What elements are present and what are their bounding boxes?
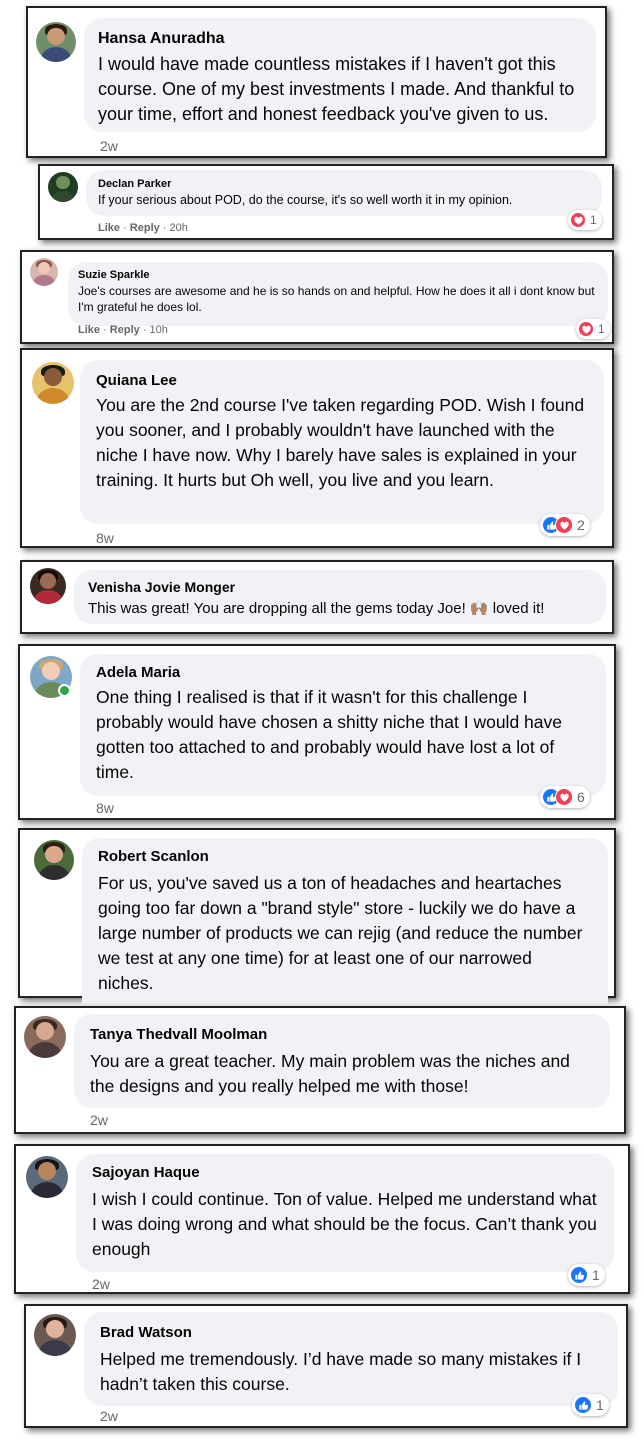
heart-icon: [570, 212, 586, 228]
comment-bubble: Robert Scanlon For us, you've saved us a…: [82, 838, 608, 1004]
comment-actions: Like · Reply · 20h: [98, 222, 188, 234]
comment-bubble: Brad Watson Helped me tremendously. I’d …: [84, 1312, 618, 1406]
commenter-name[interactable]: Tanya Thedvall Moolman: [90, 1026, 594, 1043]
avatar[interactable]: [26, 1156, 68, 1198]
comment-timestamp[interactable]: 20h: [170, 222, 188, 234]
heart-icon: [578, 321, 594, 337]
comment-timestamp[interactable]: 2w: [100, 138, 118, 154]
online-status-dot: [58, 684, 71, 697]
comment-card: Quiana Lee You are the 2nd course I've t…: [20, 348, 614, 548]
reaction-summary[interactable]: 1: [568, 210, 602, 230]
reply-link[interactable]: Reply: [110, 324, 140, 336]
comment-bubble: Suzie Sparkle Joe's courses are awesome …: [68, 262, 608, 326]
reaction-summary[interactable]: 1: [568, 1264, 605, 1286]
commenter-name[interactable]: Quiana Lee: [96, 372, 588, 389]
reaction-count: 1: [596, 1397, 604, 1413]
avatar[interactable]: [48, 172, 78, 202]
comment-text: This was great! You are dropping all the…: [88, 600, 545, 617]
like-link[interactable]: Like: [98, 222, 120, 234]
commenter-name[interactable]: Robert Scanlon: [98, 848, 592, 865]
comment-timestamp[interactable]: 8w: [96, 800, 114, 816]
comment-text: You are the 2nd course I've taken regard…: [96, 395, 585, 490]
comment-actions: Like · Reply · 10h: [78, 324, 168, 336]
like-link[interactable]: Like: [78, 324, 100, 336]
heart-icon: [555, 788, 573, 806]
reaction-count: 6: [577, 789, 585, 805]
reaction-summary[interactable]: 1: [576, 319, 610, 339]
like-icon: [574, 1396, 592, 1414]
reply-link[interactable]: Reply: [130, 222, 160, 234]
commenter-name[interactable]: Hansa Anuradha: [98, 30, 582, 48]
commenter-name[interactable]: Suzie Sparkle: [78, 269, 598, 281]
reaction-summary[interactable]: 6: [540, 786, 590, 808]
comment-text: Helped me tremendously. I’d have made so…: [100, 1349, 582, 1394]
avatar[interactable]: [30, 258, 58, 286]
comment-text: I would have made countless mistakes if …: [98, 54, 575, 124]
commenter-name[interactable]: Sajoyan Haque: [92, 1164, 598, 1181]
comment-card: Robert Scanlon For us, you've saved us a…: [18, 828, 616, 1004]
reaction-count: 1: [592, 1267, 600, 1283]
comment-bubble: Declan Parker If your serious about POD,…: [86, 170, 602, 216]
avatar[interactable]: [34, 840, 74, 880]
comment-text: I wish I could continue. Ton of value. H…: [92, 1189, 597, 1259]
comment-bubble: Sajoyan Haque I wish I could continue. T…: [76, 1154, 614, 1272]
comment-timestamp[interactable]: 2w: [90, 1112, 108, 1128]
comment-bubble: Hansa Anuradha I would have made countle…: [84, 18, 596, 132]
reaction-summary[interactable]: 1: [572, 1394, 609, 1416]
reaction-summary[interactable]: 2: [540, 514, 590, 536]
comment-timestamp[interactable]: 8w: [96, 530, 114, 546]
comment-card: Adela Maria One thing I realised is that…: [18, 644, 616, 820]
commenter-name[interactable]: Venisha Jovie Monger: [88, 579, 592, 595]
commenter-name[interactable]: Declan Parker: [98, 178, 590, 190]
avatar[interactable]: [24, 1016, 66, 1058]
comment-card: Suzie Sparkle Joe's courses are awesome …: [20, 250, 614, 344]
comment-bubble: Tanya Thedvall Moolman You are a great t…: [74, 1014, 610, 1108]
avatar[interactable]: [36, 22, 76, 62]
avatar[interactable]: [32, 362, 74, 404]
comment-text: For us, you've saved us a ton of headach…: [98, 873, 583, 993]
comment-text: You are a great teacher. My main problem…: [90, 1051, 570, 1096]
comment-timestamp[interactable]: 2w: [92, 1276, 110, 1292]
comment-card: Declan Parker If your serious about POD,…: [38, 164, 614, 240]
comment-text: If your serious about POD, do the course…: [98, 193, 513, 207]
comment-card: Hansa Anuradha I would have made countle…: [26, 6, 607, 158]
reaction-count: 2: [577, 517, 585, 533]
reaction-count: 1: [598, 322, 605, 336]
reaction-count: 1: [590, 213, 597, 227]
comment-bubble: Venisha Jovie Monger This was great! You…: [74, 570, 606, 624]
avatar[interactable]: [34, 1314, 76, 1356]
comment-timestamp[interactable]: 2w: [100, 1408, 118, 1424]
comment-text: One thing I realised is that if it wasn'…: [96, 687, 562, 782]
comment-card: Venisha Jovie Monger This was great! You…: [20, 560, 614, 634]
comment-card: Tanya Thedvall Moolman You are a great t…: [14, 1006, 626, 1134]
like-icon: [570, 1266, 588, 1284]
commenter-name[interactable]: Brad Watson: [100, 1324, 602, 1341]
commenter-name[interactable]: Adela Maria: [96, 664, 590, 681]
comment-text: Joe's courses are awesome and he is so h…: [78, 284, 595, 314]
heart-icon: [555, 516, 573, 534]
comment-card: Brad Watson Helped me tremendously. I’d …: [24, 1304, 628, 1428]
comment-bubble: Adela Maria One thing I realised is that…: [80, 654, 606, 796]
avatar[interactable]: [30, 568, 66, 604]
comment-bubble: Quiana Lee You are the 2nd course I've t…: [80, 360, 604, 524]
comment-timestamp[interactable]: 10h: [150, 324, 168, 336]
comment-card: Sajoyan Haque I wish I could continue. T…: [14, 1144, 630, 1294]
